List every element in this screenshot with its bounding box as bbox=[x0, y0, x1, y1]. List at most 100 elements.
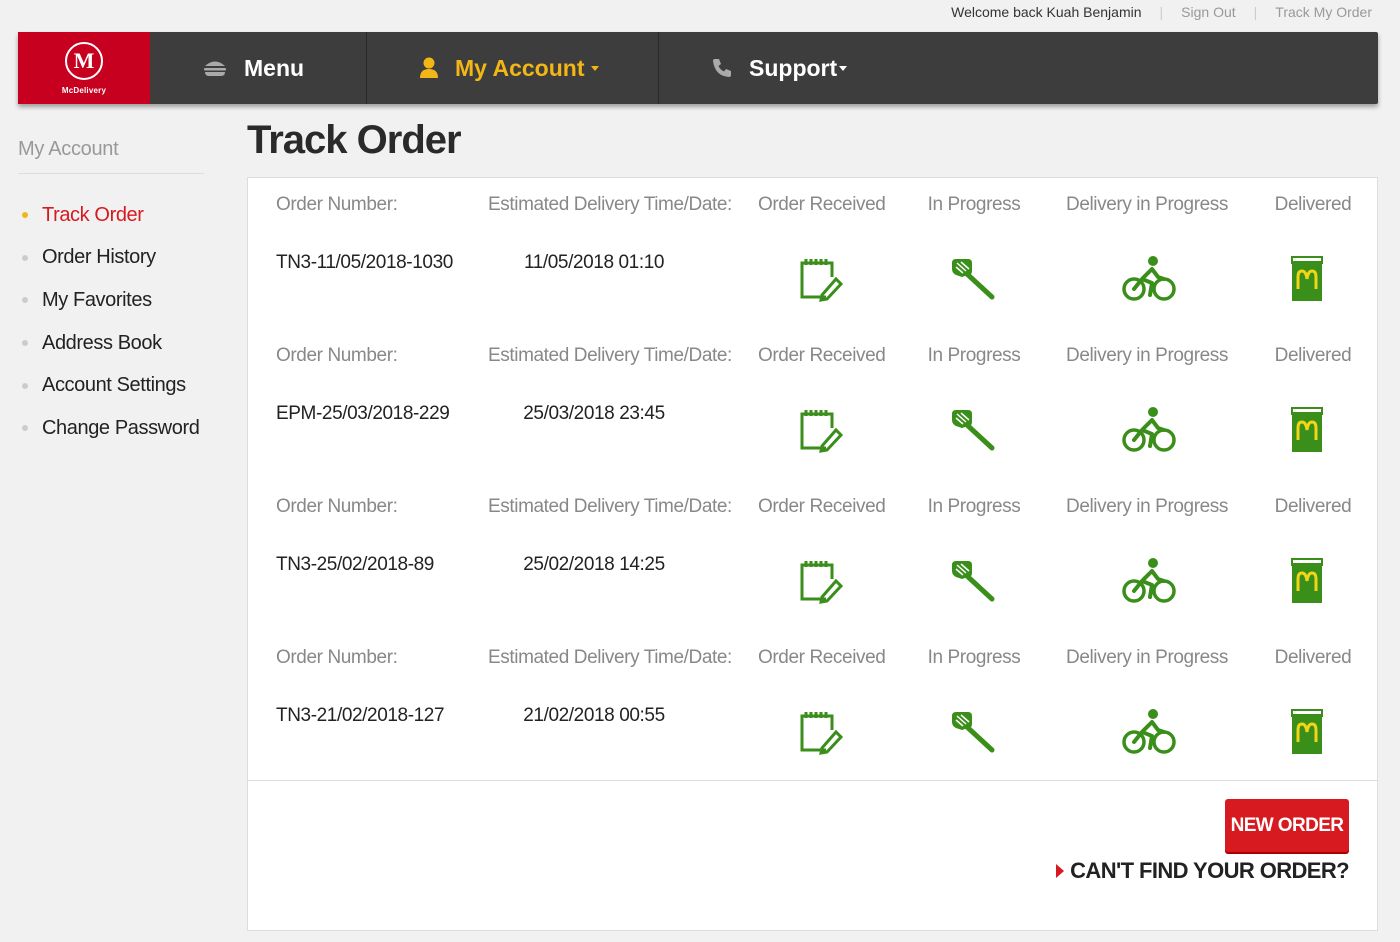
bullet-icon bbox=[22, 425, 28, 432]
separator: | bbox=[1159, 4, 1164, 20]
in-progress-label: In Progress bbox=[927, 194, 1021, 215]
burger-icon bbox=[202, 59, 228, 77]
eta-label: Estimated Delivery Time/Date: bbox=[488, 345, 732, 366]
bullet-icon bbox=[22, 254, 28, 261]
eta-label: Estimated Delivery Time/Date: bbox=[488, 647, 732, 668]
order-row: Order Number: Estimated Delivery Time/Da… bbox=[248, 329, 1379, 480]
sidebar-item-label: Address Book bbox=[42, 331, 162, 354]
bicycle-icon bbox=[1120, 708, 1176, 756]
panel-divider bbox=[248, 780, 1377, 781]
delivered-label: Delivered bbox=[1274, 496, 1352, 517]
sidebar-title: My Account bbox=[18, 138, 204, 174]
spatula-icon bbox=[948, 708, 996, 756]
arches-icon: M bbox=[65, 41, 103, 80]
eta-value: 25/03/2018 23:45 bbox=[523, 403, 665, 424]
eta-value: 11/05/2018 01:10 bbox=[523, 252, 665, 273]
orders-panel: Order Number: Estimated Delivery Time/Da… bbox=[247, 177, 1378, 931]
order-received-label: Order Received bbox=[758, 345, 886, 366]
notepad-icon bbox=[796, 708, 844, 756]
in-progress-label: In Progress bbox=[927, 345, 1021, 366]
sidebar-item-account-settings[interactable]: Account Settings bbox=[18, 364, 204, 407]
spatula-icon bbox=[948, 557, 996, 605]
eta-label: Estimated Delivery Time/Date: bbox=[488, 194, 732, 215]
cant-find-order-link[interactable]: CAN'T FIND YOUR ORDER? bbox=[1056, 858, 1350, 884]
order-number: TN3-11/05/2018-1030 bbox=[276, 252, 453, 273]
phone-icon bbox=[711, 57, 733, 79]
spatula-icon bbox=[948, 255, 996, 303]
account-sidebar: My Account Track Order Order History My … bbox=[18, 138, 204, 450]
order-row: Order Number: Estimated Delivery Time/Da… bbox=[248, 480, 1379, 631]
sidebar-item-label: My Favorites bbox=[42, 288, 152, 311]
sidebar-item-change-password[interactable]: Change Password bbox=[18, 407, 204, 450]
order-number-label: Order Number: bbox=[276, 345, 398, 366]
notepad-icon bbox=[796, 406, 844, 454]
sidebar-item-order-history[interactable]: Order History bbox=[18, 237, 204, 280]
user-icon bbox=[419, 57, 439, 79]
notepad-icon bbox=[796, 557, 844, 605]
delivery-in-progress-label: Delivery in Progress bbox=[1066, 496, 1228, 517]
bicycle-icon bbox=[1120, 406, 1176, 454]
top-utility-bar: Welcome back Kuah Benjamin | Sign Out | … bbox=[951, 0, 1372, 24]
sign-out-link[interactable]: Sign Out bbox=[1181, 4, 1235, 20]
sidebar-item-address-book[interactable]: Address Book bbox=[18, 322, 204, 365]
order-row: Order Number: Estimated Delivery Time/Da… bbox=[248, 178, 1379, 329]
delivery-in-progress-label: Delivery in Progress bbox=[1066, 194, 1228, 215]
nav-menu-label: Menu bbox=[244, 54, 305, 81]
nav-my-account[interactable]: My Account bbox=[367, 32, 659, 104]
arrow-right-icon bbox=[1056, 864, 1065, 878]
sidebar-item-label: Change Password bbox=[42, 416, 200, 439]
separator: | bbox=[1253, 4, 1258, 20]
order-received-label: Order Received bbox=[758, 496, 886, 517]
page-title: Track Order bbox=[247, 118, 462, 162]
eta-label: Estimated Delivery Time/Date: bbox=[488, 496, 732, 517]
delivered-label: Delivered bbox=[1274, 647, 1352, 668]
delivered-label: Delivered bbox=[1274, 345, 1352, 366]
delivered-label: Delivered bbox=[1274, 194, 1352, 215]
order-number-label: Order Number: bbox=[276, 194, 398, 215]
chevron-down-icon bbox=[839, 65, 848, 71]
nav-menu[interactable]: Menu bbox=[150, 32, 367, 104]
bicycle-icon bbox=[1120, 557, 1176, 605]
track-my-order-link[interactable]: Track My Order bbox=[1275, 4, 1372, 20]
eta-value: 25/02/2018 14:25 bbox=[523, 554, 665, 575]
delivery-in-progress-label: Delivery in Progress bbox=[1066, 647, 1228, 668]
main-nav: M McDelivery Menu My Account Support bbox=[18, 32, 1378, 104]
chevron-down-icon bbox=[590, 65, 599, 71]
delivery-in-progress-label: Delivery in Progress bbox=[1066, 345, 1228, 366]
mcdonalds-bag-icon bbox=[1290, 406, 1338, 454]
new-order-button[interactable]: NEW ORDER bbox=[1225, 799, 1349, 852]
sidebar-item-my-favorites[interactable]: My Favorites bbox=[18, 279, 204, 322]
order-row: Order Number: Estimated Delivery Time/Da… bbox=[248, 631, 1379, 782]
in-progress-label: In Progress bbox=[927, 496, 1021, 517]
sidebar-item-label: Track Order bbox=[42, 203, 144, 226]
order-received-label: Order Received bbox=[758, 647, 886, 668]
sidebar-item-label: Account Settings bbox=[42, 374, 186, 397]
nav-support[interactable]: Support bbox=[659, 32, 919, 104]
cant-find-order-label: CAN'T FIND YOUR ORDER? bbox=[1070, 858, 1349, 883]
bicycle-icon bbox=[1120, 255, 1176, 303]
order-number: TN3-25/02/2018-89 bbox=[276, 554, 434, 575]
order-number: TN3-21/02/2018-127 bbox=[276, 705, 445, 726]
nav-support-label: Support bbox=[749, 54, 838, 81]
mcdelivery-logo[interactable]: M McDelivery bbox=[18, 32, 150, 104]
order-number-label: Order Number: bbox=[276, 647, 398, 668]
welcome-text: Welcome back Kuah Benjamin bbox=[951, 4, 1142, 20]
notepad-icon bbox=[796, 255, 844, 303]
nav-my-account-label: My Account bbox=[455, 54, 585, 81]
in-progress-label: In Progress bbox=[927, 647, 1021, 668]
bullet-icon bbox=[22, 382, 28, 389]
order-received-label: Order Received bbox=[758, 194, 886, 215]
mcdonalds-bag-icon bbox=[1290, 708, 1338, 756]
spatula-icon bbox=[948, 406, 996, 454]
mcdonalds-bag-icon bbox=[1290, 557, 1338, 605]
sidebar-item-track-order[interactable]: Track Order bbox=[18, 194, 204, 237]
bullet-icon bbox=[22, 297, 28, 304]
order-number: EPM-25/03/2018-229 bbox=[276, 403, 450, 424]
logo-brand-text: McDelivery bbox=[61, 85, 107, 95]
sidebar-item-label: Order History bbox=[42, 246, 156, 269]
bullet-icon bbox=[22, 340, 28, 347]
order-number-label: Order Number: bbox=[276, 496, 398, 517]
bullet-icon bbox=[22, 212, 28, 219]
eta-value: 21/02/2018 00:55 bbox=[523, 705, 665, 726]
mcdonalds-bag-icon bbox=[1290, 255, 1338, 303]
